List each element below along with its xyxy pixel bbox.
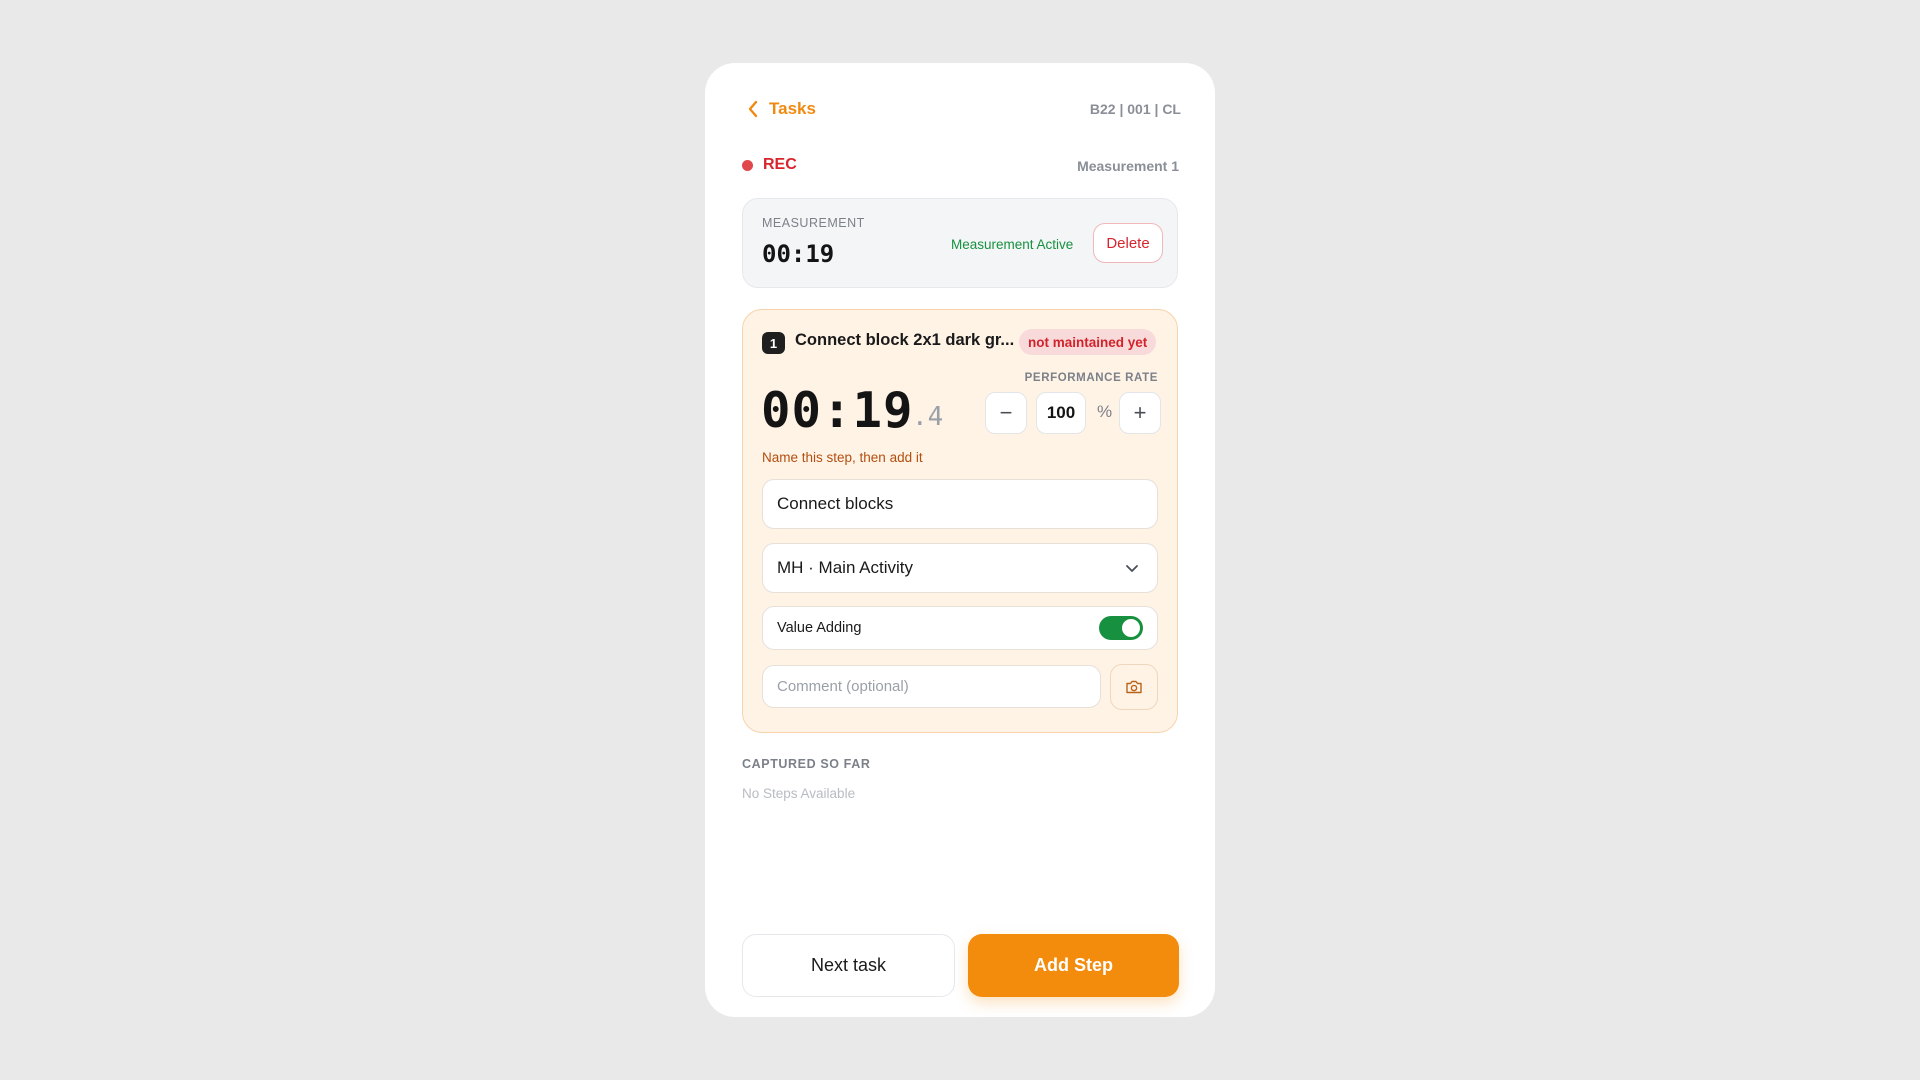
delete-button[interactable]: Delete: [1093, 223, 1163, 263]
step-hint: Name this step, then add it: [762, 450, 923, 465]
value-adding-label: Value Adding: [777, 620, 862, 636]
status-badge: not maintained yet: [1019, 329, 1157, 355]
rec-dot-icon: [742, 159, 753, 171]
back-to-tasks-link[interactable]: Tasks: [747, 99, 816, 119]
camera-button[interactable]: [1110, 664, 1158, 710]
step-timer-fraction: .4: [912, 402, 944, 432]
task-code: B22 | 001 | CL: [1089, 101, 1181, 117]
rate-unit: %: [1097, 402, 1113, 421]
performance-rate-label: PERFORMANCE RATE: [1024, 372, 1158, 384]
rate-increase-button[interactable]: +: [1119, 392, 1161, 434]
step-name-input[interactable]: [762, 479, 1158, 529]
recording-panel: Tasks B22 | 001 | CL REC Measurement 1 M…: [705, 63, 1215, 1017]
performance-rate-input[interactable]: [1036, 392, 1086, 434]
step-card: 1 Connect block 2x1 dark gr... not maint…: [742, 309, 1178, 733]
value-adding-row: Value Adding: [762, 606, 1158, 650]
step-timer: 00:19: [761, 382, 914, 439]
captured-label: CAPTURED SO FAR: [742, 757, 871, 771]
comment-input[interactable]: [762, 665, 1101, 708]
empty-steps-text: No Steps Available: [742, 786, 856, 801]
activity-select[interactable]: MH · Main Activity: [762, 543, 1158, 593]
chevron-down-icon: [1126, 565, 1138, 572]
next-task-button[interactable]: Next task: [742, 934, 955, 997]
step-title: Connect block 2x1 dark gr...: [795, 331, 1015, 349]
rec-indicator: REC: [742, 156, 797, 174]
add-step-button[interactable]: Add Step: [968, 934, 1179, 997]
back-label: Tasks: [769, 99, 816, 118]
step-number-badge: 1: [762, 332, 785, 354]
measurement-time: 00:19: [762, 240, 835, 268]
measurement-name: Measurement 1: [1077, 158, 1179, 174]
activity-selected-value: MH · Main Activity: [777, 558, 914, 577]
measurement-status: Measurement Active: [951, 237, 1074, 252]
measurement-label: MEASUREMENT: [762, 216, 865, 230]
camera-icon: [1126, 680, 1142, 694]
rate-decrease-button[interactable]: −: [985, 392, 1027, 434]
chevron-left-icon: [748, 100, 758, 118]
rec-label: REC: [763, 156, 797, 173]
value-adding-toggle[interactable]: [1099, 616, 1143, 640]
measurement-box: MEASUREMENT 00:19 Measurement Active Del…: [742, 198, 1178, 288]
